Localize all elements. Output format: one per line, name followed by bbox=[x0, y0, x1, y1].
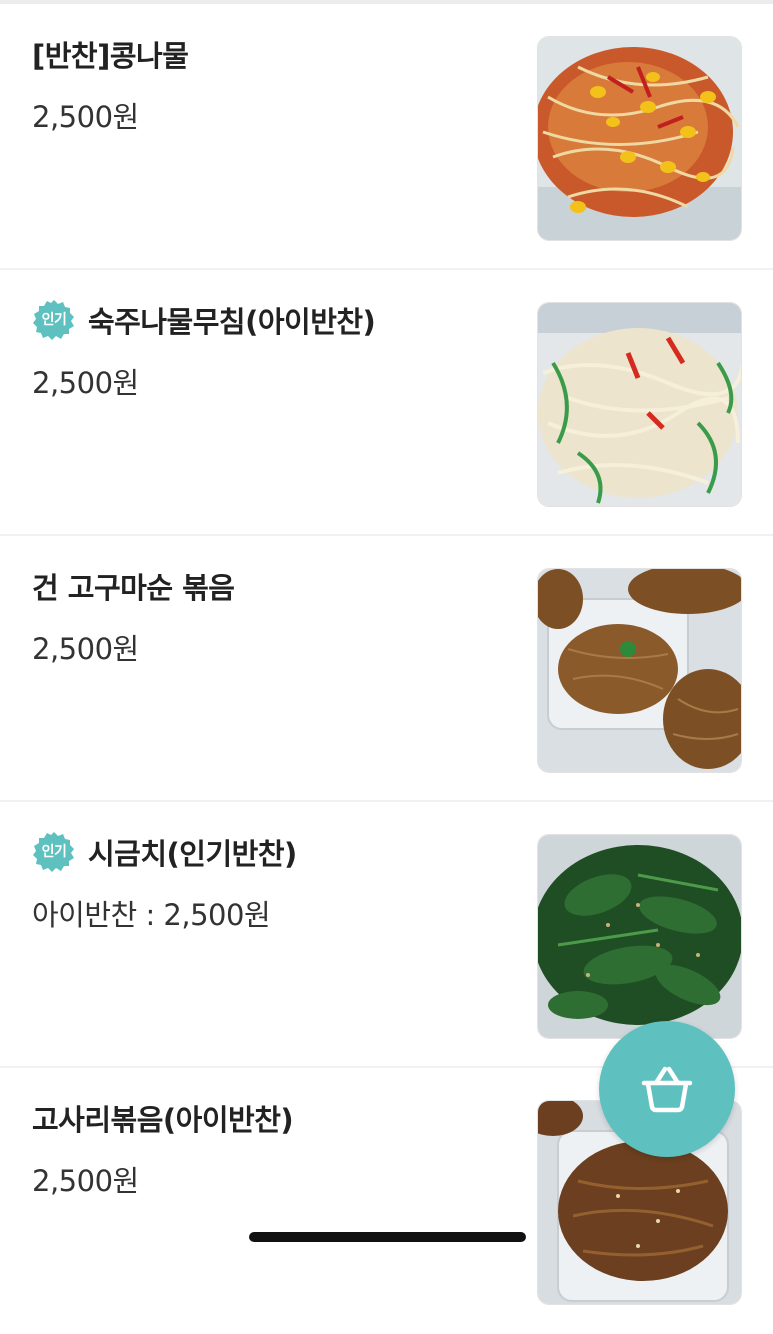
title-row: 고사리볶음(아이반찬) bbox=[32, 1098, 294, 1138]
menu-item[interactable]: 인기 숙주나물무침(아이반찬) 2,500원 bbox=[0, 270, 773, 536]
title-row: [반찬]콩나물 bbox=[32, 34, 189, 74]
popular-badge: 인기 bbox=[32, 830, 76, 874]
menu-item-title: 숙주나물무침(아이반찬) bbox=[88, 305, 376, 339]
bean-sprouts-photo[interactable] bbox=[537, 36, 742, 241]
menu-item-title: [반찬]콩나물 bbox=[32, 39, 189, 73]
cart-button[interactable] bbox=[599, 1021, 735, 1157]
menu-item-title: 건 고구마순 볶음 bbox=[32, 571, 235, 605]
popular-badge: 인기 bbox=[32, 298, 76, 342]
menu-item-price: 2,500원 bbox=[32, 1164, 139, 1198]
menu-item-price: 2,500원 bbox=[32, 632, 139, 666]
title-row: 인기 시금치(인기반찬) bbox=[32, 832, 297, 872]
menu-item-price: 아이반찬 : 2,500원 bbox=[32, 898, 271, 932]
menu-item-title: 고사리볶음(아이반찬) bbox=[32, 1103, 294, 1137]
menu-item-price: 2,500원 bbox=[32, 100, 139, 134]
title-row: 인기 숙주나물무침(아이반찬) bbox=[32, 298, 376, 342]
home-indicator[interactable] bbox=[249, 1232, 526, 1242]
menu-item[interactable]: [반찬]콩나물 2,500원 bbox=[0, 4, 773, 270]
mung-bean-sprouts-photo[interactable] bbox=[537, 302, 742, 507]
menu-item-title: 시금치(인기반찬) bbox=[88, 837, 297, 871]
menu-item[interactable]: 건 고구마순 볶음 2,500원 bbox=[0, 536, 773, 802]
sweet-potato-stems-photo[interactable] bbox=[537, 568, 742, 773]
spinach-photo[interactable] bbox=[537, 834, 742, 1039]
basket-icon bbox=[641, 1066, 693, 1113]
title-row: 건 고구마순 볶음 bbox=[32, 566, 235, 606]
menu-item-price: 2,500원 bbox=[32, 366, 139, 400]
